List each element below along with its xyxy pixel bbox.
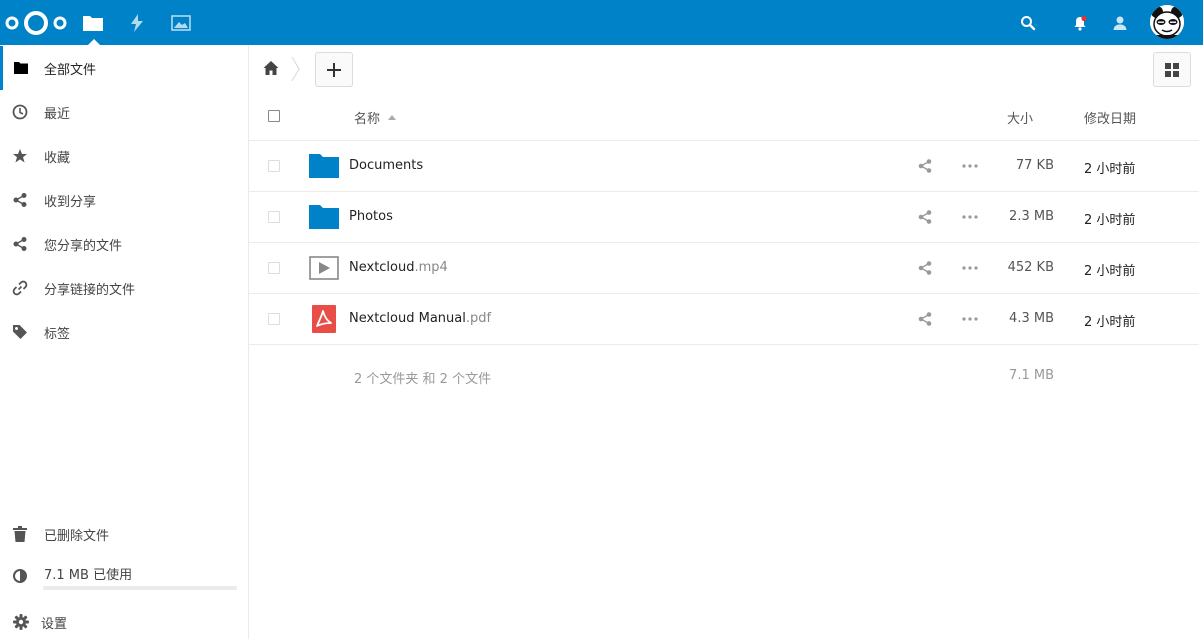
file-size: 4.3 MB [1009, 311, 1054, 326]
row-checkbox[interactable] [268, 262, 280, 274]
row-checkbox[interactable] [268, 313, 280, 325]
home-icon[interactable] [263, 60, 279, 76]
activity-app-icon[interactable] [125, 11, 149, 35]
files-table: 名称 大小 修改日期 Documents 77 KB 2 小时前 Photos [249, 95, 1199, 405]
share-icon[interactable] [917, 311, 933, 327]
file-modified: 2 小时前 [1084, 162, 1136, 177]
table-header: 名称 大小 修改日期 [249, 95, 1199, 141]
sidebar-item-shared-by-link[interactable]: 分享链接的文件 [0, 266, 248, 310]
new-file-button[interactable] [315, 52, 353, 87]
table-row[interactable]: Documents 77 KB 2 小时前 [249, 141, 1199, 192]
file-name[interactable]: Nextcloud Manual.pdf [349, 311, 491, 326]
trash-icon [12, 526, 28, 542]
table-row[interactable]: Photos 2.3 MB 2 小时前 [249, 192, 1199, 243]
row-checkbox[interactable] [268, 211, 280, 223]
notifications-icon[interactable] [1068, 11, 1092, 35]
summary-size: 7.1 MB [1009, 368, 1054, 383]
column-header-name-label: 名称 [354, 112, 381, 127]
sidebar-item-shared-with-you[interactable]: 收到分享 [0, 178, 248, 222]
pdf-icon [309, 305, 339, 333]
file-modified: 2 小时前 [1084, 264, 1136, 279]
file-size: 2.3 MB [1009, 209, 1054, 224]
select-all-checkbox[interactable] [268, 110, 280, 122]
file-name[interactable]: Nextcloud.mp4 [349, 260, 448, 275]
sidebar-item-deleted-files[interactable]: 已删除文件 [0, 512, 248, 556]
clock-icon [12, 104, 28, 120]
sidebar-item-label: 全部文件 [44, 62, 97, 78]
share-icon[interactable] [917, 260, 933, 276]
more-actions-icon[interactable] [961, 260, 979, 276]
sidebar-item-tags[interactable]: 标签 [0, 310, 248, 354]
app-navigation: 全部文件 最近 收藏 收到分享 您分享的文件 分享链接的文件 标签 已删除文件 … [0, 45, 249, 639]
plus-icon [327, 62, 341, 77]
gallery-app-icon[interactable] [169, 11, 193, 35]
file-name[interactable]: Photos [349, 209, 393, 224]
share-icon [12, 236, 28, 252]
sidebar-item-shared-by-you[interactable]: 您分享的文件 [0, 222, 248, 266]
folder-icon [309, 153, 339, 179]
sidebar-item-label: 设置 [41, 616, 68, 632]
file-size: 452 KB [1007, 260, 1054, 275]
files-summary: 2 个文件夹 和 2 个文件 7.1 MB [249, 345, 1199, 405]
more-actions-icon[interactable] [961, 311, 979, 327]
sidebar-item-recent[interactable]: 最近 [0, 90, 248, 134]
controls-bar [249, 45, 1203, 95]
star-icon [12, 148, 28, 164]
search-icon[interactable] [1016, 11, 1040, 35]
table-row[interactable]: Nextcloud Manual.pdf 4.3 MB 2 小时前 [249, 294, 1199, 345]
file-size: 77 KB [1015, 158, 1054, 173]
video-icon [309, 255, 339, 281]
files-app-icon[interactable] [81, 11, 105, 35]
file-modified: 2 小时前 [1084, 315, 1136, 330]
sidebar-item-label: 分享链接的文件 [44, 282, 136, 298]
sidebar-item-label: 收到分享 [44, 194, 97, 210]
sidebar-item-all-files[interactable]: 全部文件 [0, 46, 248, 90]
folder-icon [309, 204, 339, 230]
column-header-name[interactable]: 名称 [354, 108, 397, 127]
sidebar-item-label: 最近 [44, 106, 71, 122]
tag-icon [12, 324, 28, 340]
link-icon [12, 280, 28, 296]
sidebar-item-label: 已删除文件 [44, 528, 110, 544]
column-header-size[interactable]: 大小 [1007, 108, 1033, 127]
sidebar-item-label: 标签 [44, 326, 71, 342]
quota-label: 7.1 MB 已使用 [44, 568, 133, 583]
more-actions-icon[interactable] [961, 209, 979, 225]
share-icon[interactable] [917, 158, 933, 174]
grid-view-icon [1165, 62, 1179, 77]
contacts-icon[interactable] [1108, 11, 1132, 35]
sidebar-item-label: 收藏 [44, 150, 71, 166]
top-header [0, 0, 1203, 45]
sidebar-item-label: 您分享的文件 [44, 238, 123, 254]
breadcrumb-separator [291, 56, 301, 86]
file-name[interactable]: Documents [349, 158, 423, 173]
summary-count: 2 个文件夹 和 2 个文件 [354, 372, 492, 387]
table-row[interactable]: Nextcloud.mp4 452 KB 2 小时前 [249, 243, 1199, 294]
sort-ascending-icon [388, 115, 397, 120]
file-modified: 2 小时前 [1084, 213, 1136, 228]
quota-bar [43, 586, 237, 590]
sidebar-item-settings[interactable]: 设置 [0, 600, 248, 644]
share-icon [12, 192, 28, 208]
nextcloud-logo-icon[interactable] [5, 9, 67, 37]
user-avatar[interactable] [1150, 5, 1184, 39]
gear-icon [13, 614, 29, 630]
column-header-modified[interactable]: 修改日期 [1084, 108, 1136, 127]
folder-icon [13, 60, 29, 76]
quota-pie-icon [12, 568, 28, 584]
share-icon[interactable] [917, 209, 933, 225]
sidebar-item-favorites[interactable]: 收藏 [0, 134, 248, 178]
view-toggle-button[interactable] [1153, 52, 1191, 87]
row-checkbox[interactable] [268, 160, 280, 172]
more-actions-icon[interactable] [961, 158, 979, 174]
